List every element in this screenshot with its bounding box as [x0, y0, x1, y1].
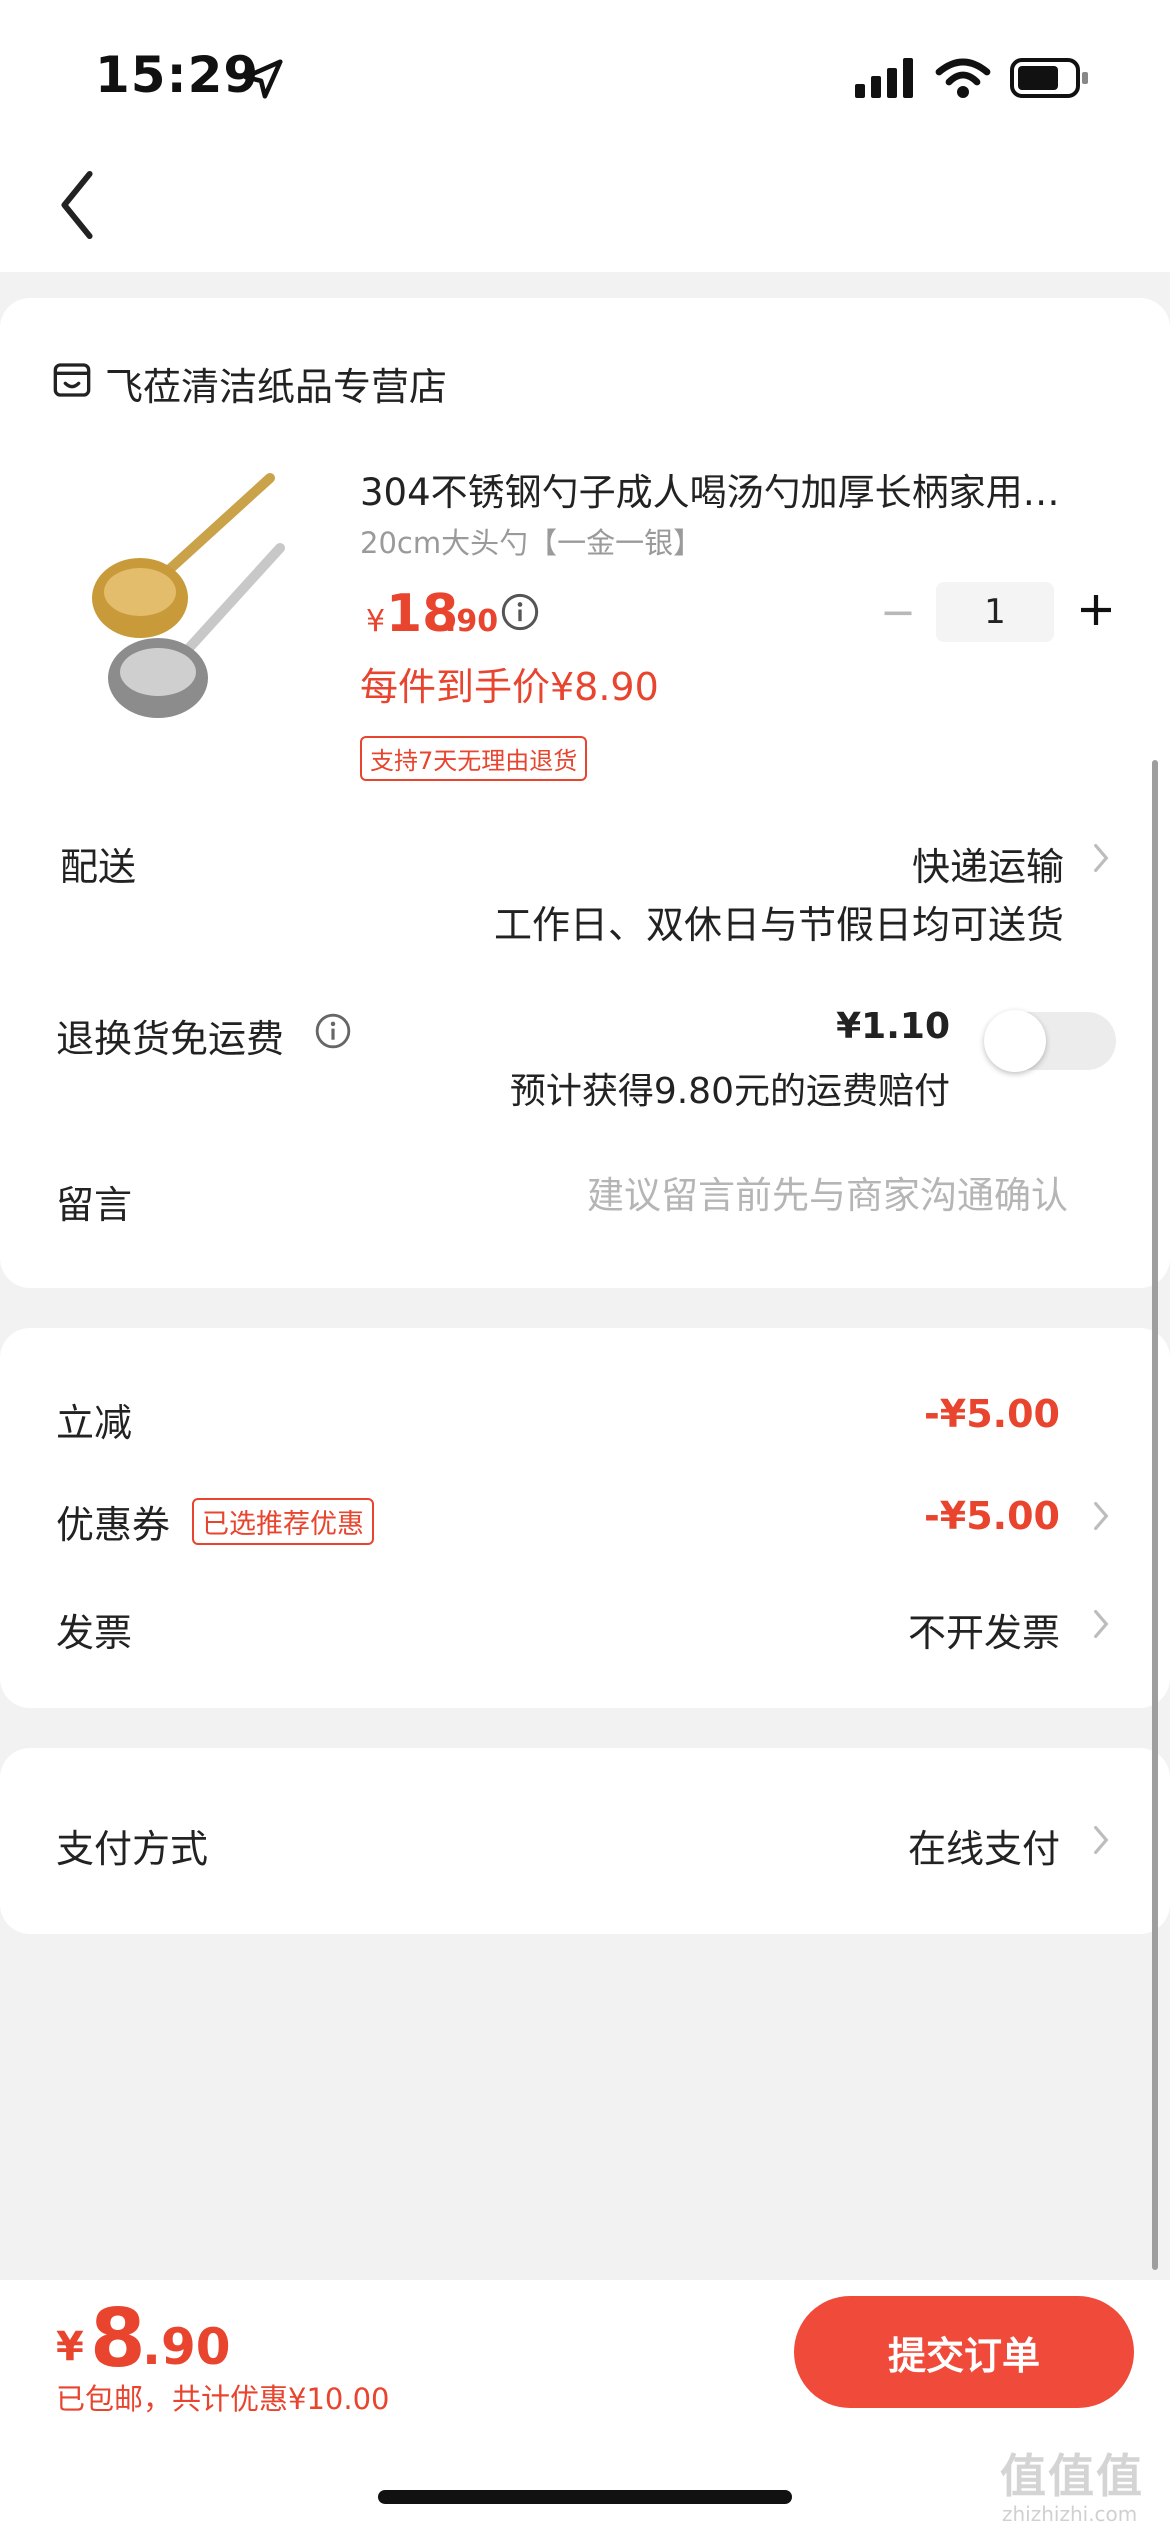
submit-order-button[interactable]: 提交订单 [794, 2296, 1134, 2408]
invoice-chevron-icon[interactable] [1092, 1608, 1110, 1640]
message-label: 留言 [56, 1183, 133, 1227]
invoice-label: 发票 [56, 1611, 133, 1655]
delivery-method[interactable]: 快递运输 [912, 836, 1064, 891]
total-summary: 已包邮，共计优惠¥10.00 [56, 2382, 390, 2416]
signal-icon [855, 58, 913, 98]
return-info-icon[interactable] [314, 1012, 352, 1050]
shop-name[interactable]: 飞莅清洁纸品专营店 [105, 356, 447, 411]
location-arrow-icon [243, 59, 283, 99]
payment-label: 支付方式 [56, 1827, 209, 1871]
wifi-icon [935, 58, 991, 98]
instant-discount-value: -¥5.00 [924, 1392, 1060, 1436]
product-spec: 20cm大头勺【一金一银】 [360, 526, 703, 560]
instant-discount-label: 立减 [56, 1401, 133, 1445]
watermark: 值值值 [1000, 2449, 1144, 2503]
payment-value[interactable]: 在线支付 [908, 1818, 1060, 1873]
delivery-label: 配送 [60, 845, 137, 889]
total-decimal: .90 [142, 2318, 231, 2376]
coupon-chevron-icon[interactable] [1092, 1500, 1110, 1532]
quantity-field[interactable]: 1 [936, 582, 1054, 642]
message-input[interactable] [460, 1170, 1068, 1220]
order-card [0, 298, 1170, 1288]
status-time: 15:29 [95, 46, 260, 104]
decrease-quantity-button[interactable] [880, 595, 916, 631]
watermark-domain: zhizhizhi.com [1002, 2502, 1138, 2526]
coupon-label: 优惠券 [56, 1503, 171, 1547]
delivery-note: 工作日、双休日与节假日均可送货 [493, 903, 1064, 947]
battery-icon [1010, 58, 1088, 98]
home-indicator[interactable] [378, 2490, 792, 2504]
price-info-icon[interactable] [500, 592, 540, 632]
payment-chevron-icon[interactable] [1092, 1824, 1110, 1856]
price-currency: ¥ [366, 604, 386, 639]
return-insurance-label: 退换货免运费 [56, 1017, 285, 1061]
product-title[interactable]: 304不锈钢勺子成人喝汤勺加厚长柄家用… [360, 462, 1120, 516]
total-currency: ¥ [56, 2324, 84, 2370]
top-bar [0, 0, 1170, 272]
product-image[interactable] [80, 468, 300, 728]
return-policy-badge: 支持7天无理由退货 [360, 736, 588, 781]
delivery-chevron-icon[interactable] [1092, 842, 1110, 874]
coupon-value[interactable]: -¥5.00 [924, 1494, 1060, 1538]
price-decimal: .90 [445, 604, 499, 639]
invoice-value[interactable]: 不开发票 [908, 1602, 1060, 1657]
toggle-knob[interactable] [984, 1010, 1046, 1072]
total-integer: 8 [90, 2292, 146, 2385]
return-insurance-price: ¥1.10 [836, 1006, 950, 1047]
unit-price: 每件到手价¥8.90 [360, 665, 659, 709]
coupon-badge: 已选推荐优惠 [192, 1498, 374, 1545]
shop-icon [53, 363, 91, 397]
return-insurance-note: 预计获得9.80元的运费赔付 [509, 1071, 950, 1112]
back-chevron-icon[interactable] [58, 170, 98, 240]
increase-quantity-button[interactable] [1078, 592, 1114, 628]
scrollbar[interactable] [1152, 760, 1158, 2270]
